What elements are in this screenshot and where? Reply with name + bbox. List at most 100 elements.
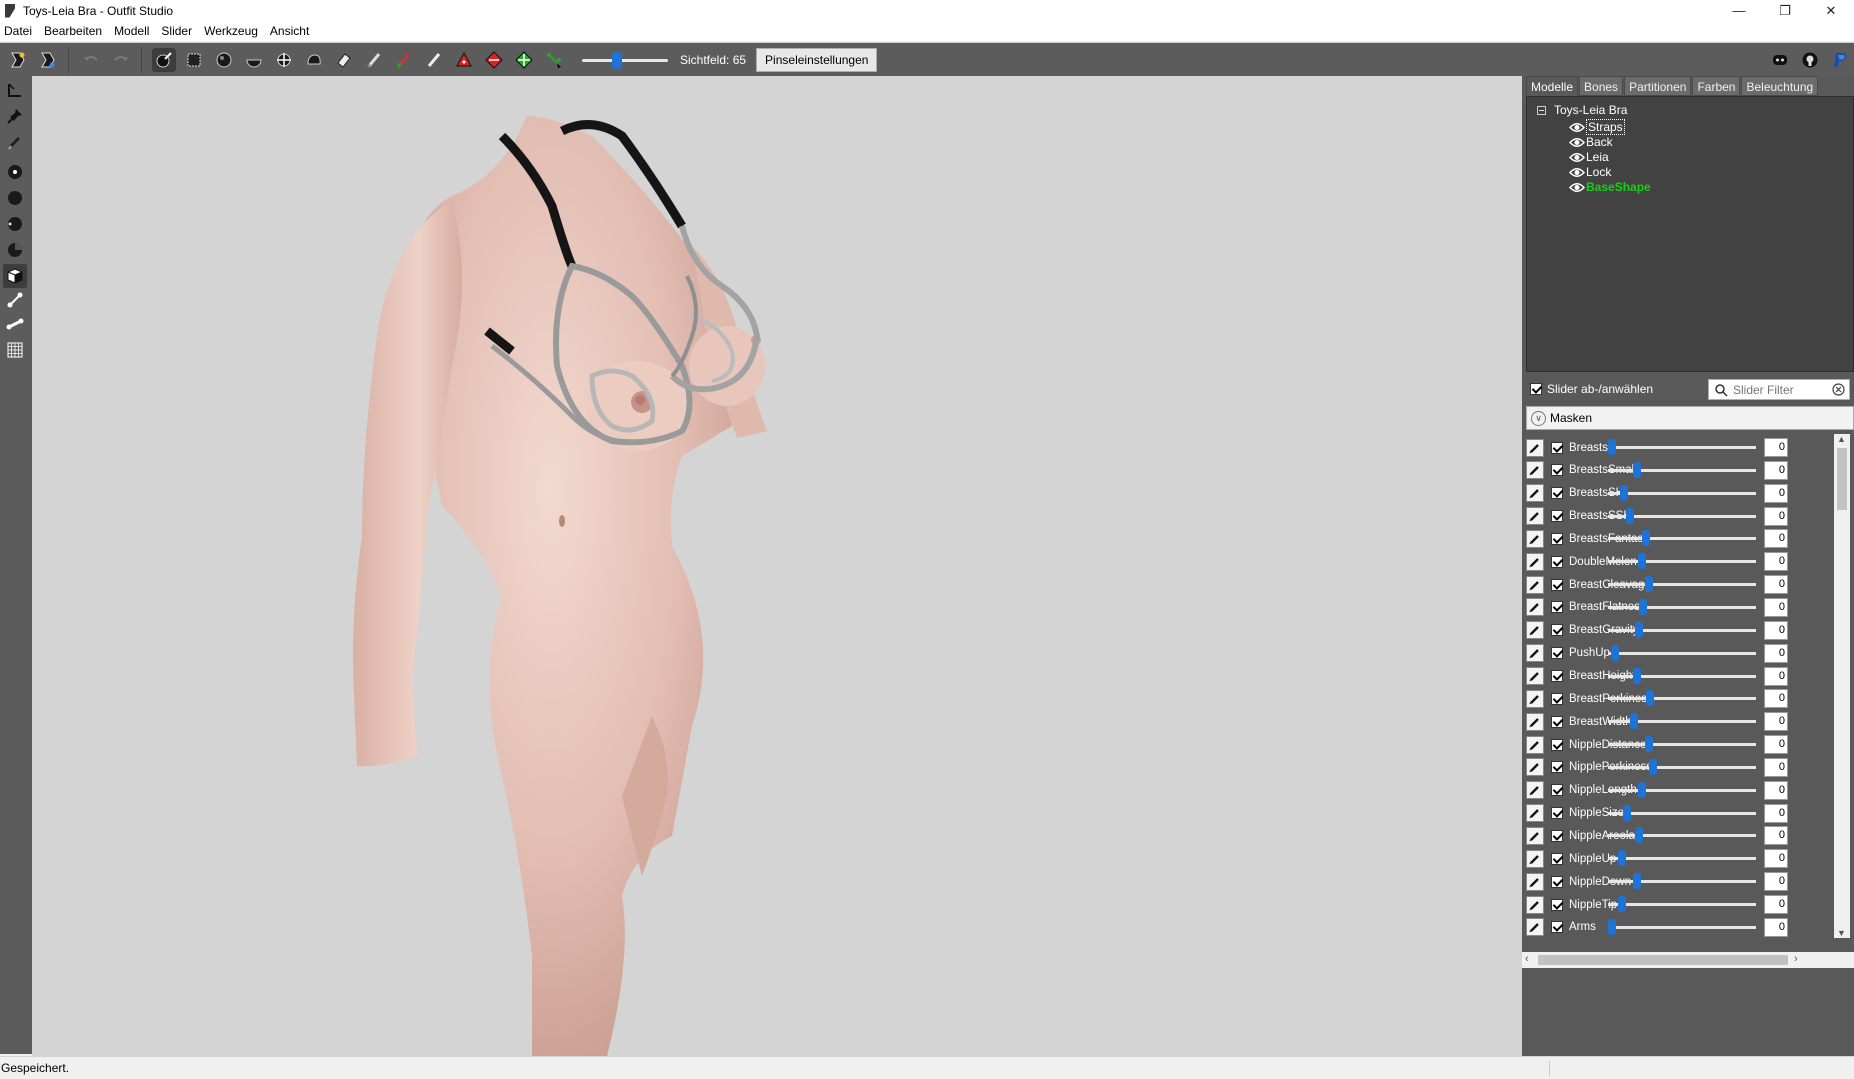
slider-value-field[interactable]: 0 xyxy=(1764,460,1788,480)
split-edge-icon[interactable] xyxy=(512,48,536,72)
slider-value-field[interactable]: 0 xyxy=(1764,689,1788,709)
slider-track[interactable] xyxy=(1608,781,1756,798)
slider-checkbox[interactable] xyxy=(1551,555,1563,568)
slider-track[interactable] xyxy=(1608,827,1756,844)
discord-icon[interactable] xyxy=(1768,48,1792,72)
minimize-button[interactable]: — xyxy=(1716,0,1762,21)
tree-item-back[interactable]: Back xyxy=(1569,134,1613,150)
slider-track[interactable] xyxy=(1608,621,1756,638)
sphere-tool-icon[interactable] xyxy=(3,186,27,210)
shaded-sphere-tool-icon[interactable] xyxy=(3,238,27,262)
color-brush-icon[interactable] xyxy=(392,48,416,72)
slider-checkbox[interactable] xyxy=(1551,464,1563,477)
tree-item-lock[interactable]: Lock xyxy=(1569,164,1611,180)
slider-thumb[interactable] xyxy=(1622,804,1631,821)
slider-value-field[interactable]: 0 xyxy=(1764,552,1788,572)
select-all-sliders[interactable]: Slider ab-/anwählen xyxy=(1530,382,1653,396)
slider-track[interactable] xyxy=(1608,530,1756,547)
edit-slider-pencil-icon[interactable] xyxy=(1526,895,1544,914)
slider-thumb[interactable] xyxy=(1645,736,1653,753)
slider-checkbox[interactable] xyxy=(1551,441,1563,454)
tab-beleuchtung[interactable]: Beleuchtung xyxy=(1741,76,1819,96)
slider-track[interactable] xyxy=(1608,758,1756,775)
collapse-toggle-icon[interactable] xyxy=(1537,105,1546,115)
select-all-checkbox[interactable] xyxy=(1530,383,1542,395)
visibility-eye-icon[interactable] xyxy=(1569,137,1585,148)
slider-checkbox[interactable] xyxy=(1551,807,1563,820)
slider-value-field[interactable]: 0 xyxy=(1764,780,1788,800)
fov-slider[interactable] xyxy=(582,50,668,70)
slider-track[interactable] xyxy=(1608,873,1756,890)
slider-value-field[interactable]: 0 xyxy=(1764,917,1788,937)
slider-thumb[interactable] xyxy=(1645,576,1653,593)
edit-slider-pencil-icon[interactable] xyxy=(1526,804,1544,823)
slider-track[interactable] xyxy=(1608,576,1756,593)
slider-thumb[interactable] xyxy=(1633,667,1642,684)
slider-thumb[interactable] xyxy=(1625,507,1634,524)
edit-slider-pencil-icon[interactable] xyxy=(1526,712,1544,731)
menu-modell[interactable]: Modell xyxy=(109,24,154,38)
smooth-brush-icon[interactable] xyxy=(302,48,326,72)
slider-track[interactable] xyxy=(1608,736,1756,753)
transform-icon[interactable] xyxy=(542,48,566,72)
slider-track[interactable] xyxy=(1608,598,1756,615)
slider-value-field[interactable]: 0 xyxy=(1764,575,1788,595)
tree-item-leia[interactable]: Leia xyxy=(1569,149,1609,165)
tree-item-baseshape[interactable]: BaseShape xyxy=(1569,179,1651,195)
edit-slider-pencil-icon[interactable] xyxy=(1526,689,1544,708)
slider-value-field[interactable]: 0 xyxy=(1764,620,1788,640)
scroll-up-icon[interactable]: ▲ xyxy=(1837,434,1846,444)
slider-thumb[interactable] xyxy=(1610,644,1619,661)
weight-brush-icon[interactable] xyxy=(362,48,386,72)
erase-brush-icon[interactable] xyxy=(332,48,356,72)
tree-root[interactable]: Toys-Leia Bra xyxy=(1537,103,1627,117)
slider-thumb[interactable] xyxy=(1649,758,1658,775)
slider-list-hscrollbar[interactable]: ‹ › xyxy=(1522,952,1854,968)
brush-settings-button[interactable]: Pinseleinstellungen xyxy=(756,47,878,72)
3d-viewport[interactable] xyxy=(32,76,1522,1056)
inflate-brush-icon[interactable] xyxy=(212,48,236,72)
slider-checkbox[interactable] xyxy=(1551,532,1563,545)
edit-slider-pencil-icon[interactable] xyxy=(1526,484,1544,503)
alpha-brush-icon[interactable] xyxy=(422,48,446,72)
slider-track[interactable] xyxy=(1608,484,1756,501)
slider-checkbox[interactable] xyxy=(1551,852,1563,865)
menu-datei[interactable]: Datei xyxy=(0,24,37,38)
edit-slider-pencil-icon[interactable] xyxy=(1526,644,1544,663)
fov-slider-thumb[interactable] xyxy=(611,51,622,69)
slider-value-field[interactable]: 0 xyxy=(1764,803,1788,823)
bone-tool-icon[interactable] xyxy=(3,288,27,312)
edit-slider-pencil-icon[interactable] xyxy=(1526,735,1544,754)
slider-value-field[interactable]: 0 xyxy=(1764,438,1788,457)
slider-thumb[interactable] xyxy=(1608,918,1616,935)
slider-thumb[interactable] xyxy=(1639,598,1648,615)
visibility-eye-icon[interactable] xyxy=(1569,122,1585,133)
slider-thumb[interactable] xyxy=(1618,896,1627,912)
slider-checkbox[interactable] xyxy=(1551,487,1563,500)
slider-value-field[interactable]: 0 xyxy=(1764,895,1788,914)
load-project-icon[interactable] xyxy=(6,48,30,72)
slider-list-scrollbar[interactable]: ▲ ▼ xyxy=(1834,434,1850,938)
tab-bones[interactable]: Bones xyxy=(1579,76,1624,96)
vertex-select-icon[interactable] xyxy=(3,160,27,184)
slider-thumb[interactable] xyxy=(1633,461,1642,478)
pencil-tool-icon[interactable] xyxy=(3,130,27,154)
slider-track[interactable] xyxy=(1608,804,1756,821)
edit-slider-pencil-icon[interactable] xyxy=(1526,461,1544,480)
edit-slider-pencil-icon[interactable] xyxy=(1526,507,1544,526)
slider-thumb[interactable] xyxy=(1634,827,1643,844)
move-brush-icon[interactable] xyxy=(272,48,296,72)
deflate-brush-icon[interactable] xyxy=(242,48,266,72)
edit-slider-pencil-icon[interactable] xyxy=(1526,529,1544,548)
select-brush-icon[interactable] xyxy=(152,47,176,72)
edit-slider-pencil-icon[interactable] xyxy=(1526,438,1544,457)
slider-thumb[interactable] xyxy=(1634,621,1643,638)
visibility-eye-icon[interactable] xyxy=(1569,152,1585,163)
edit-slider-pencil-icon[interactable] xyxy=(1526,758,1544,777)
slider-value-field[interactable]: 0 xyxy=(1764,483,1788,503)
slider-checkbox[interactable] xyxy=(1551,715,1563,728)
slider-value-field[interactable]: 0 xyxy=(1764,849,1788,869)
slider-track[interactable] xyxy=(1608,507,1756,524)
slider-value-field[interactable]: 0 xyxy=(1764,643,1788,663)
collapse-vertex-icon[interactable] xyxy=(452,48,476,72)
